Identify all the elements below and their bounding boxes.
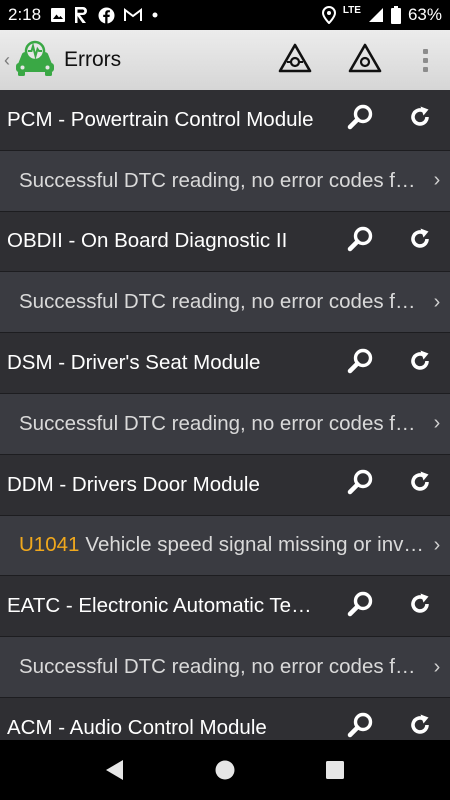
recents-square-icon[interactable] — [305, 740, 365, 800]
chevron-right-icon: › — [433, 655, 441, 678]
search-button[interactable] — [330, 455, 390, 515]
search-icon — [346, 347, 374, 380]
car-diagnostic-logo[interactable] — [14, 40, 58, 80]
module-row[interactable]: ACM - Audio Control Module — [0, 697, 450, 740]
result-message: U1041 Vehicle speed signal missing or inv… — [19, 533, 424, 557]
module-name: ACM - Audio Control Module — [7, 715, 267, 739]
search-icon — [346, 103, 374, 136]
refresh-button[interactable] — [390, 576, 450, 636]
search-button[interactable] — [330, 576, 390, 636]
result-message: Successful DTC reading, no error codes f… — [19, 290, 424, 314]
refresh-button[interactable] — [390, 90, 450, 150]
refresh-icon — [408, 349, 432, 378]
chevron-right-icon: › — [433, 412, 441, 435]
result-row[interactable]: Successful DTC reading, no error codes f… — [0, 393, 450, 455]
back-chevron-icon[interactable]: ‹ — [4, 50, 14, 71]
result-row[interactable]: U1041 Vehicle speed signal missing or inv… — [0, 515, 450, 577]
result-text: Successful DTC reading, no error codes f… — [19, 168, 424, 192]
warning-icon — [348, 43, 382, 78]
module-name: OBDII - On Board Diagnostic II — [7, 229, 288, 253]
refresh-button[interactable] — [390, 333, 450, 393]
chevron-right-icon: › — [433, 169, 441, 192]
chevron-right-icon: › — [433, 290, 441, 313]
gmail-icon — [124, 8, 143, 22]
module-row[interactable]: DDM - Drivers Door Module — [0, 454, 450, 516]
network-type: LTE — [342, 4, 361, 16]
back-triangle-icon[interactable] — [85, 740, 145, 800]
refresh-button[interactable] — [390, 698, 450, 740]
refresh-icon — [408, 592, 432, 621]
location-icon — [321, 6, 336, 24]
status-bar: 2:18 LTE 63% — [0, 0, 450, 30]
refresh-icon — [408, 713, 432, 740]
search-button[interactable] — [330, 90, 390, 150]
module-row[interactable]: DSM - Driver's Seat Module — [0, 333, 450, 394]
warning-camera-button[interactable] — [260, 30, 330, 90]
page-title: Errors — [64, 48, 122, 71]
result-text: Vehicle speed signal missing or invalid — [85, 533, 424, 557]
result-row[interactable]: Successful DTC reading, no error codes f… — [0, 637, 450, 698]
chevron-right-icon: › — [433, 533, 441, 556]
result-message: Successful DTC reading, no error codes f… — [19, 655, 424, 679]
result-row[interactable]: Successful DTC reading, no error codes f… — [0, 150, 450, 212]
result-text: Successful DTC reading, no error codes f… — [19, 411, 424, 435]
overflow-menu-icon[interactable] — [400, 30, 450, 90]
search-button[interactable] — [330, 698, 390, 740]
result-text: Successful DTC reading, no error codes f… — [19, 655, 424, 679]
warning-button[interactable] — [330, 30, 400, 90]
result-row[interactable]: Successful DTC reading, no error codes f… — [0, 272, 450, 334]
image-icon — [50, 7, 66, 23]
refresh-icon — [408, 105, 432, 134]
result-message: Successful DTC reading, no error codes f… — [19, 412, 424, 436]
result-message: Successful DTC reading, no error codes f… — [19, 169, 424, 193]
module-row[interactable]: EATC - Electronic Automatic Temperature … — [0, 576, 450, 638]
warning-camera-icon — [278, 43, 312, 78]
rakuten-icon — [75, 6, 89, 24]
system-nav-bar — [0, 740, 450, 800]
battery-icon — [390, 6, 401, 24]
search-icon — [346, 590, 374, 623]
action-bar: ‹ Errors — [0, 30, 450, 90]
battery-percent: 63% — [407, 5, 442, 24]
dot-icon — [151, 11, 159, 19]
result-text: Successful DTC reading, no error codes f… — [19, 290, 424, 314]
status-time: 2:18 — [8, 5, 42, 24]
module-name: PCM - Powertrain Control Module — [7, 107, 314, 131]
home-circle-icon[interactable] — [195, 740, 255, 800]
refresh-button[interactable] — [390, 212, 450, 272]
search-icon — [346, 225, 374, 258]
search-icon — [346, 468, 374, 501]
refresh-button[interactable] — [390, 455, 450, 515]
signal-icon — [368, 7, 384, 23]
refresh-icon — [408, 227, 432, 256]
module-row[interactable]: OBDII - On Board Diagnostic II — [0, 211, 450, 273]
refresh-icon — [408, 470, 432, 499]
search-button[interactable] — [330, 212, 390, 272]
module-list: PCM - Powertrain Control Module Successf… — [0, 90, 450, 740]
module-row[interactable]: PCM - Powertrain Control Module — [0, 90, 450, 151]
facebook-icon — [98, 7, 115, 24]
dtc-code: U1041 — [19, 533, 80, 557]
module-name: DDM - Drivers Door Module — [7, 472, 260, 496]
module-name: DSM - Driver's Seat Module — [7, 351, 261, 375]
search-icon — [346, 711, 374, 740]
search-button[interactable] — [330, 333, 390, 393]
module-name: EATC - Electronic Automatic Temperature … — [7, 594, 317, 618]
